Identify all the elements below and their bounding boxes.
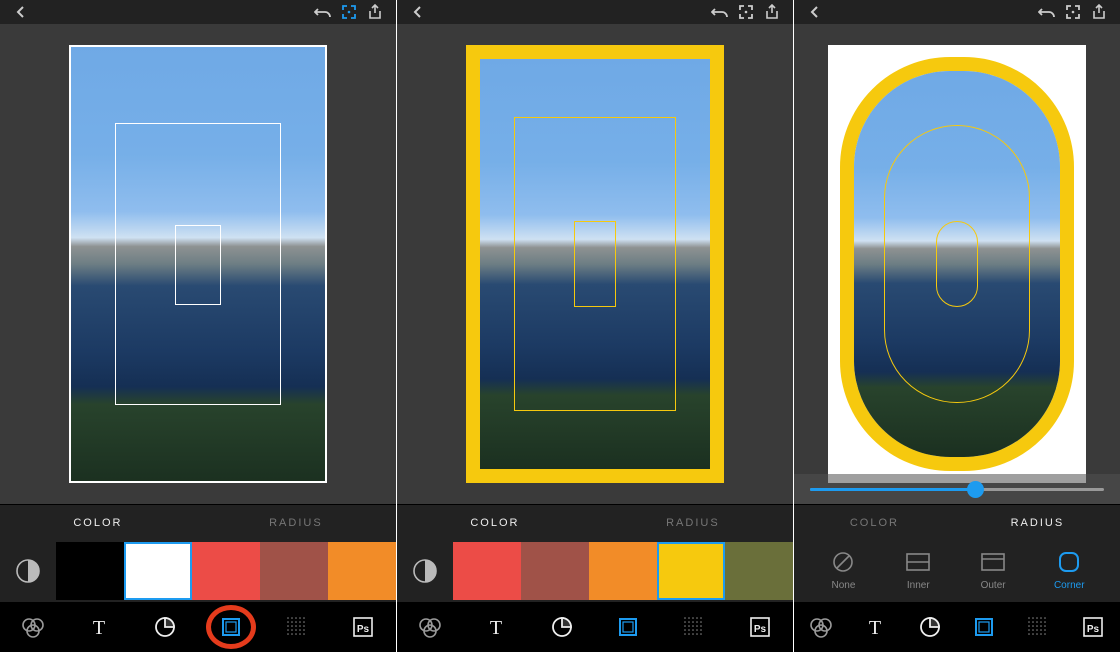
tab-radius[interactable]: RADIUS (1011, 517, 1065, 529)
fullscreen-button[interactable] (336, 1, 362, 23)
svg-text:Ps: Ps (1087, 624, 1100, 635)
swatch[interactable] (124, 542, 192, 600)
share-button[interactable] (759, 1, 785, 23)
photo-preview (828, 45, 1086, 483)
svg-text:Ps: Ps (357, 624, 370, 635)
canvas[interactable] (0, 24, 396, 504)
frame-icon[interactable] (211, 607, 251, 647)
color-swatches (0, 540, 396, 602)
screen-1: COLOR RADIUS T Ps (0, 0, 396, 652)
filters-icon[interactable] (801, 607, 841, 647)
screen-3: COLOR RADIUS None Inner Outer Corner (794, 0, 1120, 652)
outer-icon (979, 548, 1007, 576)
tab-color[interactable]: COLOR (470, 517, 519, 529)
label: Inner (907, 580, 930, 591)
swatch[interactable] (192, 542, 260, 600)
photoshop-icon[interactable]: Ps (740, 607, 780, 647)
tab-radius[interactable]: RADIUS (666, 517, 720, 529)
canvas[interactable] (794, 24, 1120, 504)
swatch[interactable] (260, 542, 328, 600)
tabs: COLOR RADIUS (397, 504, 793, 540)
back-button[interactable] (405, 1, 431, 23)
svg-text:Ps: Ps (754, 624, 767, 635)
radius-corner[interactable]: Corner (1054, 548, 1085, 591)
svg-text:T: T (490, 617, 502, 637)
slider-track[interactable] (810, 488, 1104, 491)
topbar (0, 0, 396, 24)
bottom-toolbar: T Ps (794, 602, 1120, 652)
tabs: COLOR RADIUS (0, 504, 396, 540)
sticker-icon[interactable] (542, 607, 582, 647)
sticker-icon[interactable] (145, 607, 185, 647)
screen-2: COLOR RADIUS T Ps (397, 0, 793, 652)
slider-thumb[interactable] (967, 481, 984, 498)
frame-icon[interactable] (608, 607, 648, 647)
text-icon[interactable]: T (476, 607, 516, 647)
label: Corner (1054, 580, 1085, 591)
fullscreen-button[interactable] (733, 1, 759, 23)
radius-outer[interactable]: Outer (979, 548, 1007, 591)
radius-none[interactable]: None (829, 548, 857, 591)
topbar (397, 0, 793, 24)
radius-inner[interactable]: Inner (904, 548, 932, 591)
text-icon[interactable]: T (855, 607, 895, 647)
share-button[interactable] (362, 1, 388, 23)
photo-preview (69, 45, 327, 483)
text-icon[interactable]: T (79, 607, 119, 647)
corner-icon (1055, 548, 1083, 576)
swatch[interactable] (657, 542, 725, 600)
topbar (794, 0, 1120, 24)
tab-color[interactable]: COLOR (850, 517, 899, 529)
canvas[interactable] (397, 24, 793, 504)
label: None (831, 580, 855, 591)
photoshop-icon[interactable]: Ps (1073, 607, 1113, 647)
back-button[interactable] (802, 1, 828, 23)
texture-icon[interactable] (277, 607, 317, 647)
undo-button[interactable] (707, 1, 733, 23)
inner-icon (904, 548, 932, 576)
filters-icon[interactable] (13, 607, 53, 647)
swatch[interactable] (725, 542, 793, 600)
swatch[interactable] (453, 542, 521, 600)
shade-picker-icon[interactable] (8, 551, 48, 591)
svg-text:T: T (869, 617, 881, 637)
radius-slider[interactable] (794, 474, 1120, 504)
tab-radius[interactable]: RADIUS (269, 517, 323, 529)
svg-text:T: T (93, 617, 105, 637)
photo-preview (466, 45, 724, 483)
sticker-icon[interactable] (910, 607, 950, 647)
photoshop-icon[interactable]: Ps (343, 607, 383, 647)
bottom-toolbar: T Ps (397, 602, 793, 652)
undo-button[interactable] (310, 1, 336, 23)
shade-picker-icon[interactable] (405, 551, 445, 591)
texture-icon[interactable] (674, 607, 714, 647)
undo-button[interactable] (1034, 1, 1060, 23)
frame-icon[interactable] (964, 607, 1004, 647)
filters-icon[interactable] (410, 607, 450, 647)
none-icon (829, 548, 857, 576)
swatch[interactable] (328, 542, 396, 600)
share-button[interactable] (1086, 1, 1112, 23)
swatch[interactable] (521, 542, 589, 600)
label: Outer (981, 580, 1006, 591)
swatch[interactable] (589, 542, 657, 600)
bottom-toolbar: T Ps (0, 602, 396, 652)
fullscreen-button[interactable] (1060, 1, 1086, 23)
tabs: COLOR RADIUS (794, 504, 1120, 540)
color-swatches (397, 540, 793, 602)
back-button[interactable] (8, 1, 34, 23)
radius-options: None Inner Outer Corner (794, 540, 1120, 602)
swatch[interactable] (56, 542, 124, 600)
texture-icon[interactable] (1018, 607, 1058, 647)
tab-color[interactable]: COLOR (73, 517, 122, 529)
